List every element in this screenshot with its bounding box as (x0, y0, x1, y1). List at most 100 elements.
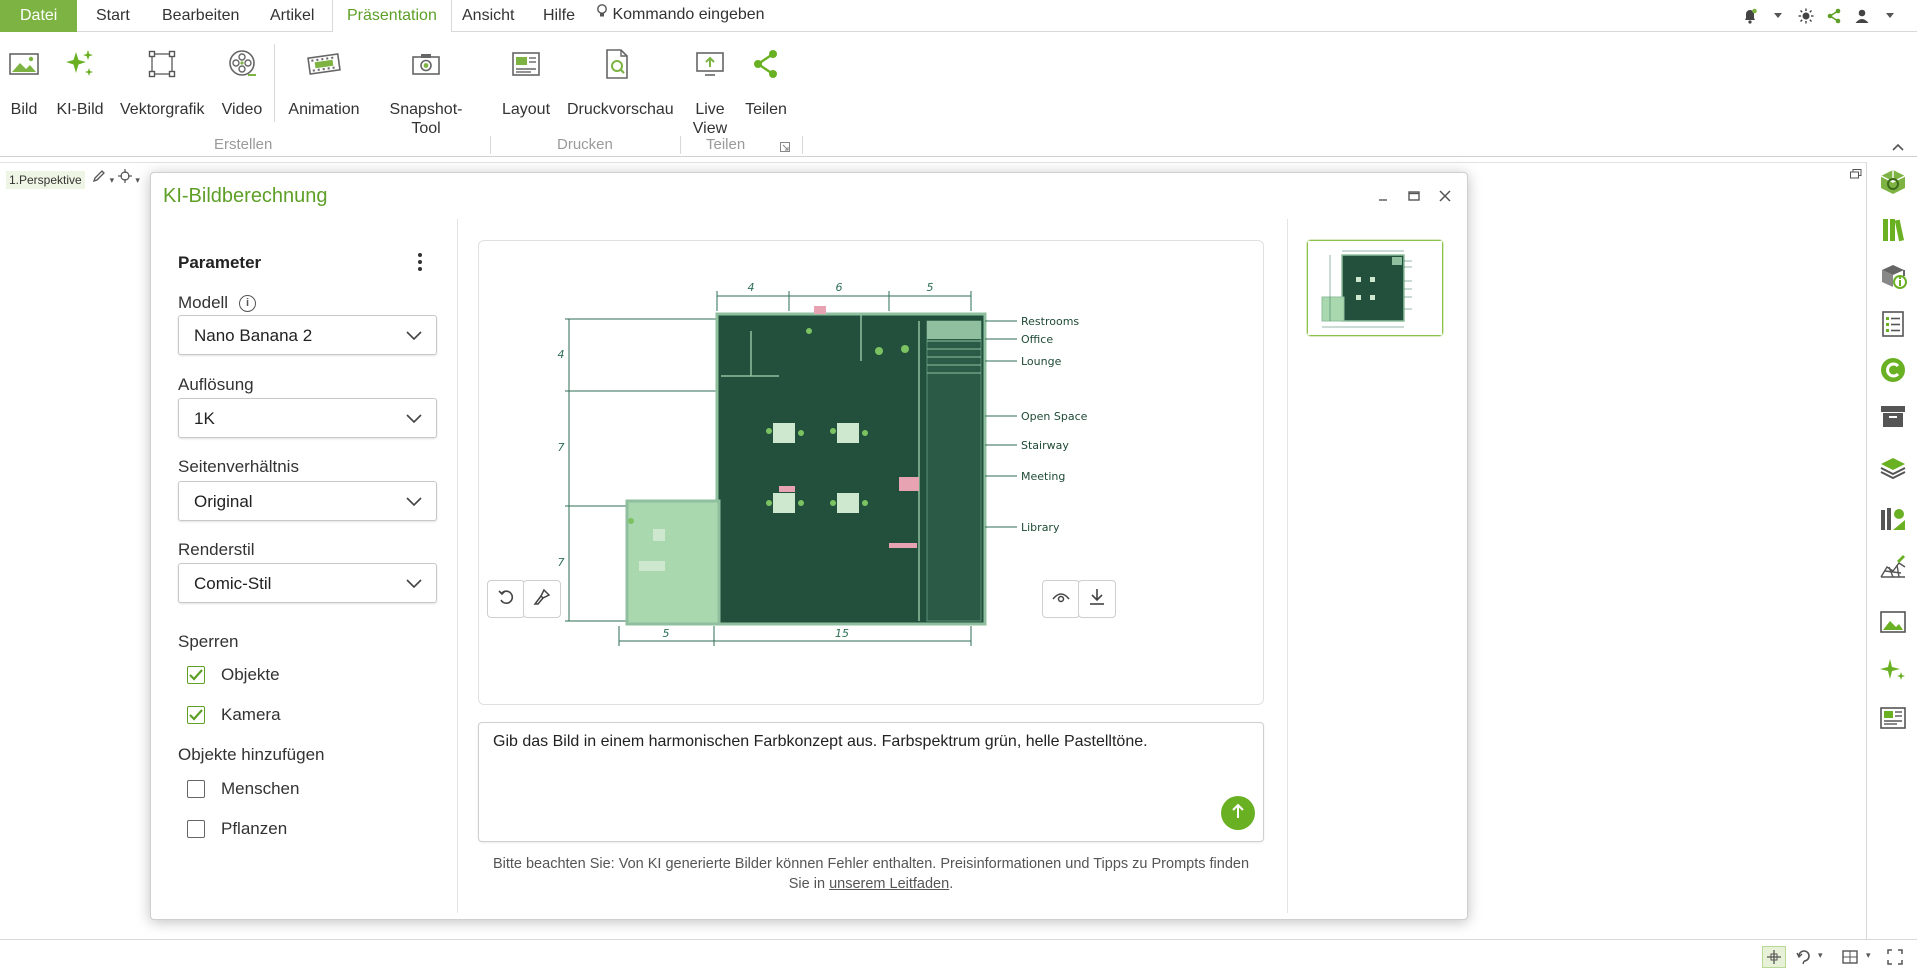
layers-icon[interactable] (1879, 454, 1907, 482)
pflanzen-checkbox-row[interactable]: Pflanzen (187, 818, 287, 840)
menu-ansicht[interactable]: Ansicht (448, 0, 528, 32)
more-options-icon[interactable] (413, 251, 427, 273)
dimension-label: 7 (558, 556, 565, 569)
menu-hilfe[interactable]: Hilfe (529, 0, 589, 32)
library-books-icon[interactable] (1879, 216, 1907, 244)
objekte-checkbox[interactable] (187, 666, 205, 684)
modell-select[interactable]: Nano Banana 2 (178, 315, 437, 355)
renderstil-select[interactable]: Comic-Stil (178, 563, 437, 603)
minimize-button[interactable] (1372, 187, 1394, 205)
chevron-down-icon[interactable]: ▾ (135, 175, 140, 185)
object-info-icon[interactable] (1879, 262, 1907, 290)
catalog-3d-icon[interactable] (1879, 168, 1907, 196)
dimension-label: 15 (835, 627, 849, 640)
brush-icon (533, 588, 551, 611)
sparkle-icon[interactable] (1879, 656, 1907, 684)
ribbon-layout-button[interactable]: Layout (500, 44, 552, 119)
command-search[interactable]: Kommando eingeben (596, 0, 765, 32)
generated-image-card: 4 6 5 4 7 7 5 15 Restrooms Office Lounge… (478, 240, 1264, 705)
dialog-launcher-icon[interactable] (780, 139, 790, 157)
kamera-checkbox-row[interactable]: Kamera (187, 704, 281, 726)
brush-button[interactable] (523, 580, 561, 618)
print-preview-icon (567, 44, 667, 84)
crosshair-icon[interactable] (117, 169, 136, 186)
prompt-text[interactable]: Gib das Bild in einem harmonischen Farbk… (493, 733, 1233, 751)
chevron-down-icon[interactable] (1881, 7, 1899, 25)
chevron-down-icon[interactable]: ▾ (1866, 950, 1871, 961)
objekte-checkbox-row[interactable]: Objekte (187, 664, 280, 686)
room-label: Meeting (1021, 470, 1065, 483)
ribbon-teilen-button[interactable]: Teilen (745, 44, 787, 119)
camera-icon (376, 44, 476, 84)
chevron-down-icon (406, 576, 422, 594)
image-thumbnail[interactable] (1307, 240, 1443, 336)
pflanzen-checkbox[interactable] (187, 820, 205, 838)
sparkle-icon (55, 44, 105, 84)
chevron-down-icon[interactable]: ▾ (110, 175, 115, 185)
menu-start[interactable]: Start (82, 0, 144, 32)
menu-file[interactable]: Datei (0, 0, 78, 32)
move-tool-icon[interactable] (1762, 946, 1786, 968)
kamera-checkbox[interactable] (187, 706, 205, 724)
room-label: Lounge (1021, 355, 1062, 368)
chevron-down-icon[interactable]: ▾ (1818, 950, 1823, 961)
checklist-icon[interactable] (1879, 310, 1907, 338)
ribbon-ki-bild-button[interactable]: KI-Bild (55, 44, 105, 119)
close-button[interactable] (1434, 187, 1456, 205)
pencil-icon[interactable] (92, 170, 110, 186)
seitenverhaeltnis-select[interactable]: Original (178, 481, 437, 521)
collapse-ribbon-icon[interactable] (1892, 138, 1904, 156)
ribbon-snapshot-button[interactable]: Snapshot-Tool (376, 44, 476, 138)
ribbon-druckvorschau-button[interactable]: Druckvorschau (567, 44, 674, 119)
room-label: Library (1021, 521, 1060, 534)
rotate-tool-icon[interactable] (1795, 948, 1813, 971)
download-button[interactable] (1078, 580, 1116, 618)
ribbon-bild-button[interactable]: Bild (8, 44, 40, 119)
renderstil-label: Renderstil (178, 540, 255, 559)
top-right-icons (1741, 0, 1917, 32)
menu-artikel[interactable]: Artikel (256, 0, 328, 32)
layout-icon[interactable] (1879, 704, 1907, 732)
parameter-panel: Parameter Modell i Nano Banana 2 Auflösu… (151, 219, 458, 913)
terrain-edit-icon[interactable] (1879, 552, 1907, 580)
restore-window-icon[interactable] (1850, 166, 1862, 184)
menu-praesentation[interactable]: Präsentation (332, 0, 452, 33)
room-label: Restrooms (1021, 315, 1079, 328)
grid-view-icon[interactable] (1842, 949, 1858, 970)
ribbon-animation-button[interactable]: Animation (288, 44, 360, 119)
room-label: Stairway (1021, 439, 1069, 452)
undo-button[interactable] (487, 580, 525, 618)
preview-button[interactable] (1042, 580, 1080, 618)
refresh-c-icon[interactable] (1879, 356, 1907, 384)
leitfaden-link[interactable]: unserem Leitfaden (829, 876, 949, 892)
undo-icon (497, 588, 515, 611)
ribbon-video-button[interactable]: Video (220, 44, 264, 119)
chevron-down-icon[interactable] (1769, 7, 1787, 25)
perspective-tools: ▾ ▾ (92, 169, 140, 186)
material-settings-icon[interactable] (1879, 504, 1907, 532)
dimension-label: 6 (836, 281, 843, 294)
menu-bearbeiten[interactable]: Bearbeiten (148, 0, 253, 32)
parameter-title: Parameter (178, 253, 262, 272)
ribbon-vektorgrafik-button[interactable]: Vektorgrafik (120, 44, 204, 119)
group-separator (802, 136, 803, 154)
prompt-input[interactable]: Gib das Bild in einem harmonischen Farbk… (478, 722, 1264, 842)
menschen-checkbox[interactable] (187, 780, 205, 798)
maximize-button[interactable] (1403, 187, 1425, 205)
status-bar: ▾ ▾ (0, 939, 1917, 973)
ribbon-liveview-button[interactable]: Live View (690, 44, 730, 138)
send-button[interactable] (1221, 796, 1255, 830)
perspective-tab[interactable]: 1.Perspektive (6, 171, 85, 189)
group-label-drucken: Drucken (557, 136, 613, 153)
bell-icon[interactable] (1741, 7, 1759, 25)
menschen-checkbox-row[interactable]: Menschen (187, 778, 299, 800)
user-icon[interactable] (1853, 7, 1871, 25)
aufloesung-select[interactable]: 1K (178, 398, 437, 438)
image-icon[interactable] (1879, 608, 1907, 636)
group-label-erstellen: Erstellen (214, 136, 273, 153)
fullscreen-icon[interactable] (1887, 949, 1903, 970)
sun-icon[interactable] (1797, 7, 1815, 25)
archive-box-icon[interactable] (1879, 402, 1907, 430)
share-icon[interactable] (1825, 7, 1843, 25)
info-icon[interactable]: i (239, 295, 256, 312)
